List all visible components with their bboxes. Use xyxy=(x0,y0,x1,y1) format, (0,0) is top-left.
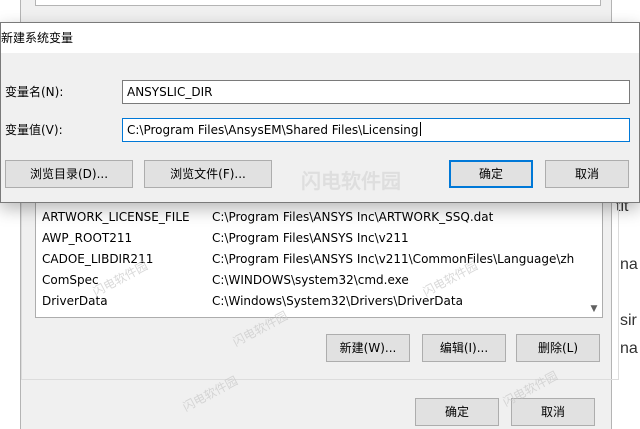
table-row[interactable]: AWP_ROOT211 C:\Program Files\ANSYS Inc\v… xyxy=(36,228,602,248)
cancel-button[interactable]: 取消 xyxy=(545,160,629,188)
ok-button[interactable]: 确定 xyxy=(449,160,533,188)
scroll-down-icon[interactable]: ▼ xyxy=(588,303,600,315)
dialog-title: 新建系统变量 xyxy=(1,31,74,45)
background-text-fragment: sir xyxy=(620,312,637,329)
variable-name-input-value: ANSYSLIC_DIR xyxy=(127,85,213,99)
browse-directory-button[interactable]: 浏览目录(D)... xyxy=(5,160,133,188)
variable-name-input[interactable]: ANSYSLIC_DIR xyxy=(122,80,630,104)
user-variables-list-edge xyxy=(35,0,601,6)
env-ok-button[interactable]: 确定 xyxy=(415,398,499,426)
background-text-fragment: na xyxy=(620,256,638,273)
variable-value-input-value: C:\Program Files\AnsysEM\Shared Files\Li… xyxy=(127,123,419,137)
delete-variable-button[interactable]: 删除(L) xyxy=(516,334,600,362)
variable-name-label: 变量名(N): xyxy=(5,85,64,99)
edit-variable-button[interactable]: 编辑(I)... xyxy=(422,334,506,362)
table-row[interactable]: CADOE_LIBDIR211 C:\Program Files\ANSYS I… xyxy=(36,249,602,269)
env-cancel-button[interactable]: 取消 xyxy=(511,398,595,426)
watermark: 闪电软件园 xyxy=(301,169,401,193)
variable-value-label: 变量值(V): xyxy=(5,123,63,137)
variable-value-input[interactable]: C:\Program Files\AnsysEM\Shared Files\Li… xyxy=(122,118,630,142)
variable-value: C:\Program Files\ANSYS Inc\v211\CommonFi… xyxy=(212,252,575,266)
table-row[interactable]: DriverData C:\Windows\System32\Drivers\D… xyxy=(36,291,602,311)
new-variable-button[interactable]: 新建(W)... xyxy=(326,334,410,362)
text-caret xyxy=(419,122,421,136)
table-row[interactable]: ARTWORK_LICENSE_FILE C:\Program Files\AN… xyxy=(36,207,602,227)
variable-value: C:\Program Files\ANSYS Inc\v211 xyxy=(212,231,409,245)
variable-name: AWP_ROOT211 xyxy=(42,231,133,245)
background-text-fragment: na xyxy=(620,340,638,357)
browse-file-button[interactable]: 浏览文件(F)... xyxy=(144,160,272,188)
variable-value: C:\WINDOWS\system32\cmd.exe xyxy=(212,273,409,287)
system-variables-list[interactable]: ARTWORK_LICENSE_FILE C:\Program Files\AN… xyxy=(35,196,603,318)
dialog-titlebar[interactable]: 新建系统变量 xyxy=(1,23,639,53)
variable-value: C:\Program Files\ANSYS Inc\ARTWORK_SSQ.d… xyxy=(212,210,494,224)
new-system-variable-dialog: 新建系统变量 变量名(N): ANSYSLIC_DIR 变量值(V): C:\P… xyxy=(0,22,640,203)
variable-name: ARTWORK_LICENSE_FILE xyxy=(42,210,190,224)
